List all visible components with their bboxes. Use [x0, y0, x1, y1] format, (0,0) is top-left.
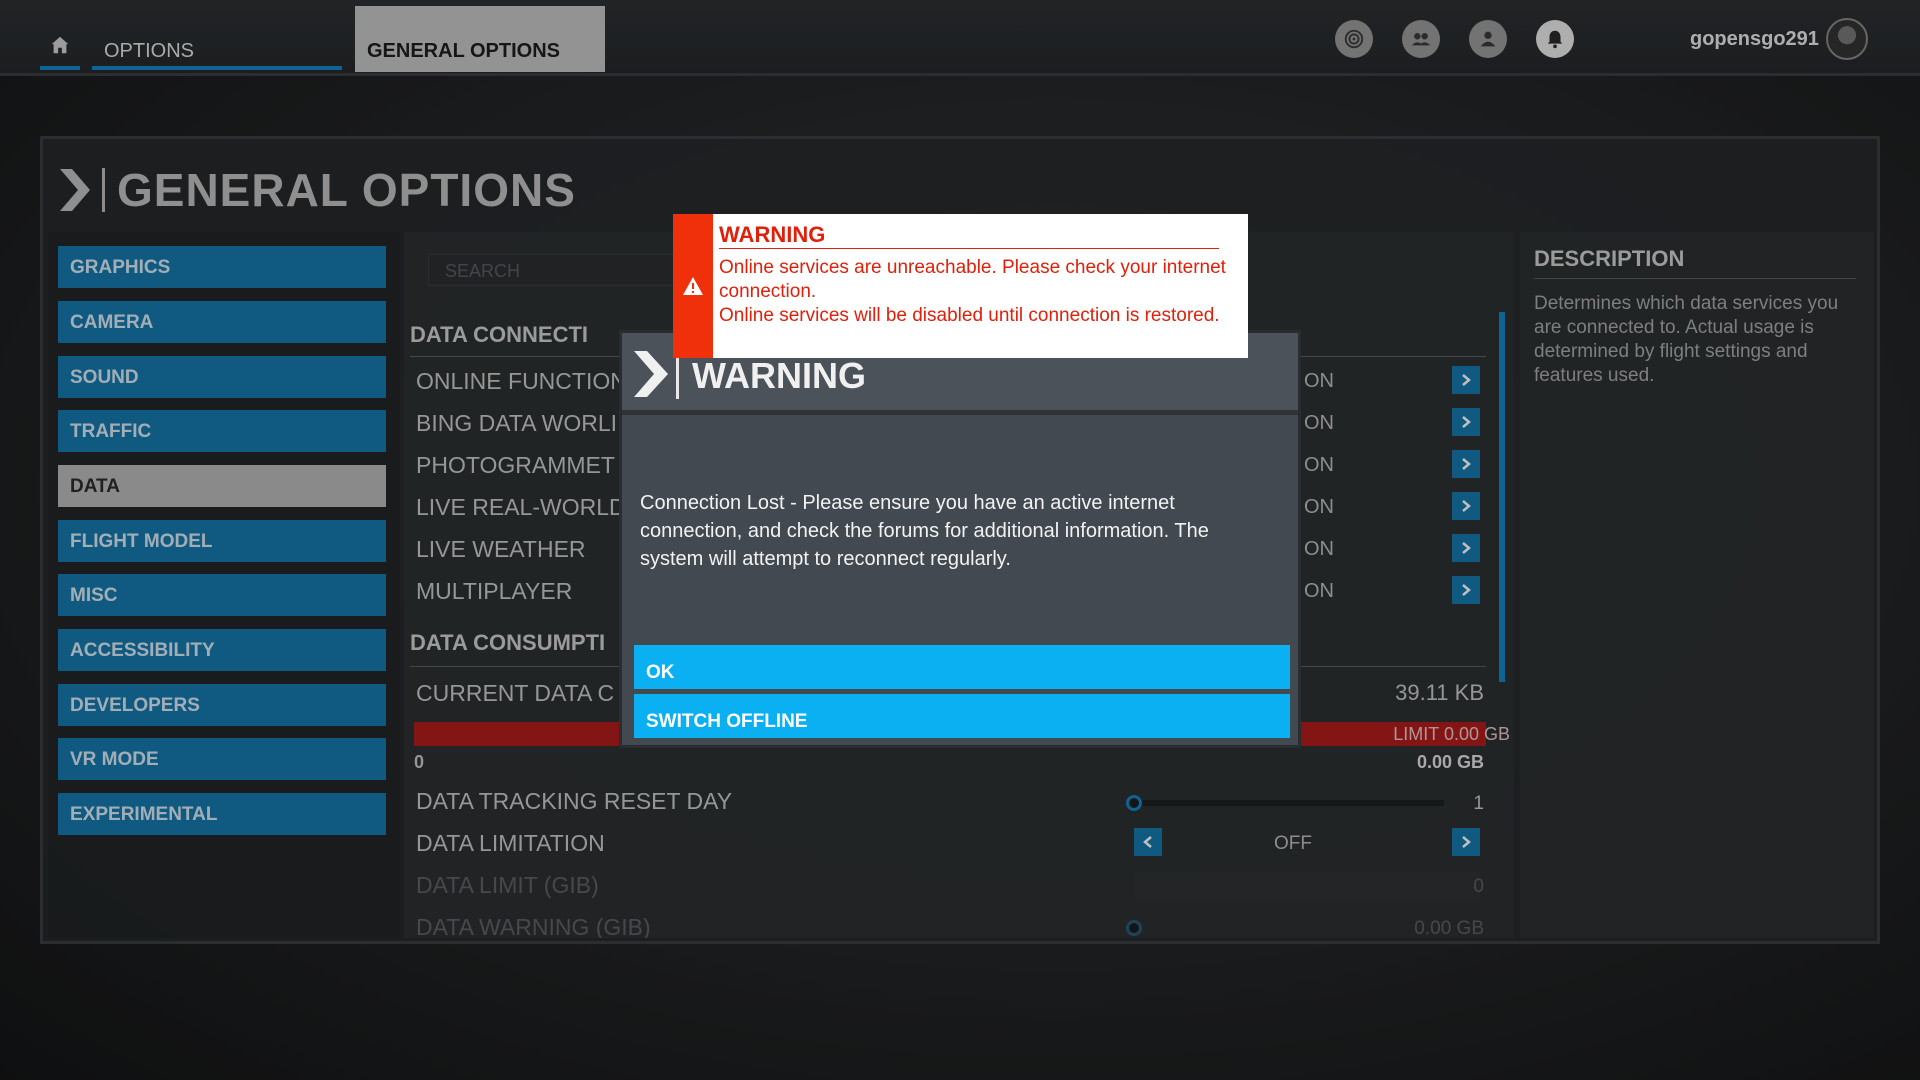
toast-side-bar	[673, 214, 713, 358]
dialog-title: WARNING	[692, 355, 866, 396]
toast-message: Online services are unreachable. Please …	[719, 256, 1234, 328]
toast-line-2: Online services will be disabled until c…	[719, 305, 1220, 326]
alert-triangle-icon	[683, 277, 703, 295]
dialog-message: Connection Lost - Please ensure you have…	[640, 492, 1209, 570]
warning-dialog: WARNING Connection Lost - Please ensure …	[619, 330, 1301, 748]
title-divider	[676, 351, 679, 399]
toast-line-1: Online services are unreachable. Please …	[719, 257, 1226, 302]
warning-toast: WARNING Online services are unreachable.…	[673, 214, 1248, 358]
divider	[719, 248, 1219, 249]
toast-title: WARNING	[719, 222, 826, 247]
chevron-right-icon	[634, 351, 668, 397]
ok-button[interactable]: OK	[634, 645, 1290, 689]
switch-offline-button[interactable]: SWITCH OFFLINE	[634, 694, 1290, 738]
